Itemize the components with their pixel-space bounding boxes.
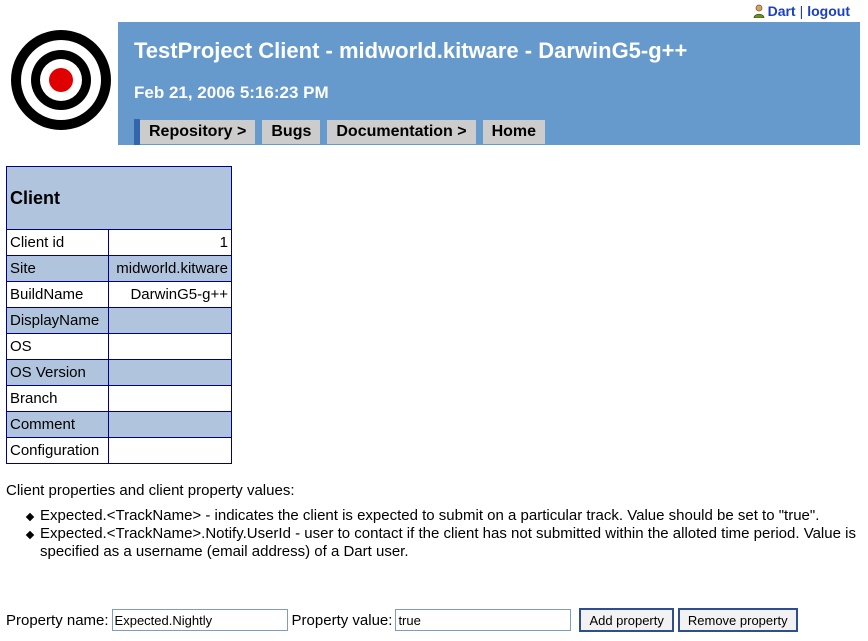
list-item: Expected.<TrackName> - indicates the cli… <box>24 507 859 525</box>
row-value: DarwinG5-g++ <box>108 281 232 308</box>
property-form: Property name: Property value: Add prope… <box>6 608 798 632</box>
properties-intro: Client properties and client property va… <box>6 482 295 499</box>
client-table-header: Client <box>6 166 232 230</box>
row-value: 1 <box>108 229 232 256</box>
row-value <box>108 385 232 412</box>
table-row: Comment <box>6 411 232 438</box>
target-logo <box>11 30 111 130</box>
logout-link[interactable]: logout <box>807 3 850 19</box>
row-label: BuildName <box>6 281 109 308</box>
table-row: Site midworld.kitware <box>6 255 232 282</box>
row-label: DisplayName <box>6 307 109 334</box>
row-value <box>108 411 232 438</box>
row-value: midworld.kitware <box>108 255 232 282</box>
header-banner: TestProject Client - midworld.kitware - … <box>118 22 860 145</box>
property-value-input[interactable] <box>395 609 572 631</box>
row-value <box>108 333 232 360</box>
add-property-button[interactable]: Add property <box>579 608 674 632</box>
row-label: Configuration <box>6 437 109 464</box>
page-date: Feb 21, 2006 5:16:23 PM <box>134 83 329 102</box>
remove-property-button[interactable]: Remove property <box>677 608 798 632</box>
table-row: OS Version <box>6 359 232 386</box>
property-value-label: Property value: <box>291 611 393 629</box>
row-value <box>108 307 232 334</box>
nav-bugs[interactable]: Bugs <box>262 120 321 144</box>
user-icon <box>753 4 764 18</box>
table-row: Branch <box>6 385 232 412</box>
nav-repository[interactable]: Repository > <box>140 120 256 144</box>
table-row: DisplayName <box>6 307 232 334</box>
row-label: OS Version <box>6 359 109 386</box>
table-row: Configuration <box>6 437 232 464</box>
nav-documentation[interactable]: Documentation > <box>327 120 476 144</box>
client-table: Client Client id 1 Site midworld.kitware… <box>6 166 232 464</box>
user-bar: Dart | logout <box>753 3 850 19</box>
property-name-input[interactable] <box>111 609 288 631</box>
list-item: Expected.<TrackName>.Notify.UserId - use… <box>24 525 859 561</box>
property-name-label: Property name: <box>6 611 109 629</box>
nav-home[interactable]: Home <box>482 120 546 144</box>
table-row: Client id 1 <box>6 229 232 256</box>
user-link[interactable]: Dart <box>768 3 796 19</box>
row-value <box>108 437 232 464</box>
nav-bar: Repository > Bugs Documentation > Home <box>134 119 552 145</box>
properties-list: Expected.<TrackName> - indicates the cli… <box>24 507 859 561</box>
page-title: TestProject Client - midworld.kitware - … <box>134 38 688 63</box>
row-label: Client id <box>6 229 109 256</box>
row-label: OS <box>6 333 109 360</box>
row-label: Site <box>6 255 109 282</box>
row-label: Comment <box>6 411 109 438</box>
row-value <box>108 359 232 386</box>
table-row: BuildName DarwinG5-g++ <box>6 281 232 308</box>
user-separator: | <box>799 3 804 19</box>
row-label: Branch <box>6 385 109 412</box>
table-row: OS <box>6 333 232 360</box>
